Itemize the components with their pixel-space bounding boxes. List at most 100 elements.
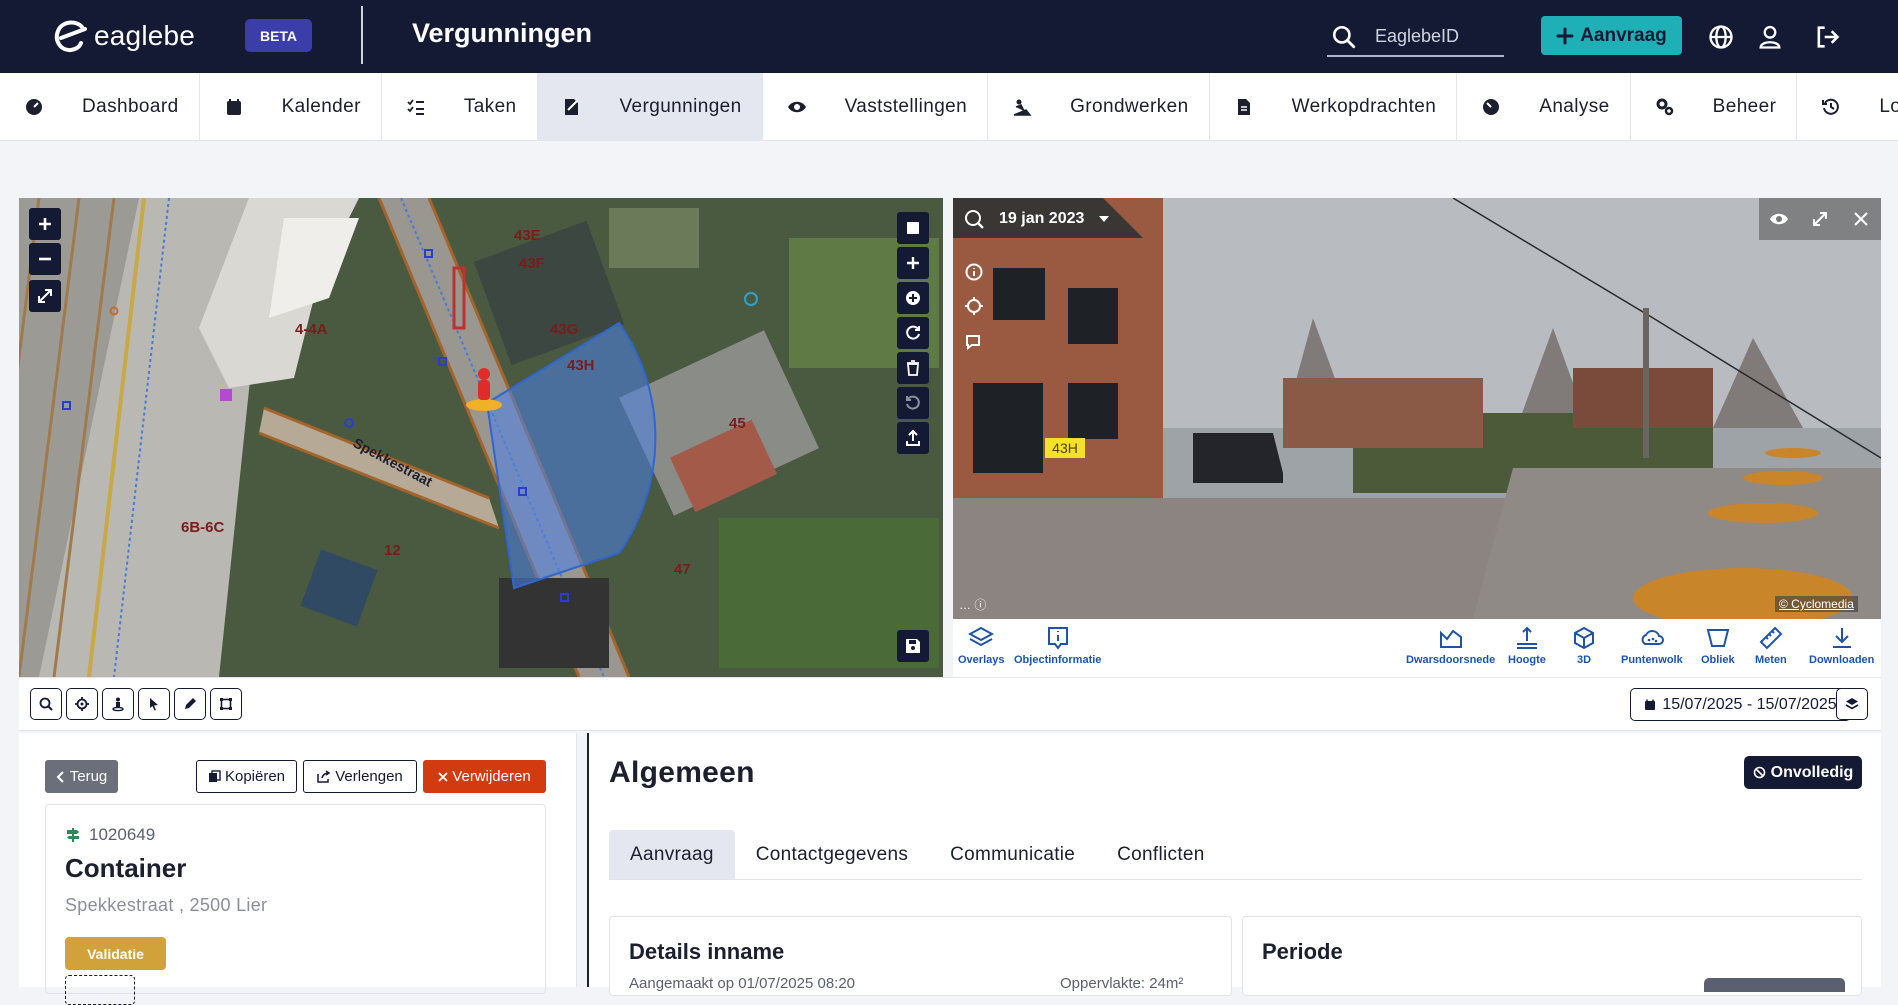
add-point-button[interactable] — [897, 247, 929, 279]
nav-item-taken[interactable]: Taken — [382, 73, 538, 141]
street-view[interactable]: 43H 19 jan 2023 … ⓘ © Cyclomedia — [953, 198, 1881, 619]
delete-shape-button[interactable] — [897, 352, 929, 384]
copy-label: Kopiëren — [224, 768, 286, 785]
search-icon[interactable] — [1331, 24, 1357, 50]
save-map-button[interactable] — [897, 630, 929, 662]
street-view-image[interactable] — [953, 198, 1881, 619]
plus-icon — [39, 218, 51, 230]
zoom-in-button[interactable] — [29, 208, 61, 240]
streetview-person-button[interactable] — [102, 688, 134, 720]
detail-tabs: Aanvraag Contactgegevens Communicatie Co… — [609, 830, 1862, 880]
tab-aanvraag[interactable]: Aanvraag — [609, 830, 735, 879]
tab-communicatie[interactable]: Communicatie — [929, 830, 1096, 879]
close-icon[interactable] — [1851, 209, 1871, 229]
info-icon[interactable] — [964, 262, 984, 282]
download-button[interactable]: Downloaden — [1809, 625, 1874, 666]
fullscreen-button[interactable] — [29, 280, 61, 312]
nav-label: Grondwerken — [1070, 96, 1189, 117]
history-search-icon — [965, 210, 984, 229]
expand-icon[interactable] — [1810, 209, 1830, 229]
globe-icon[interactable] — [1707, 23, 1735, 51]
aerial-map-canvas[interactable]: 43E 43F 43G 43H 4-4A 6B-6C 12 45 47 Spek… — [19, 198, 943, 677]
minus-icon — [39, 257, 51, 261]
copyright-label[interactable]: © Cyclomedia — [1775, 596, 1858, 612]
expand-icon — [38, 289, 52, 303]
draw-square-button[interactable] — [897, 212, 929, 244]
3d-button[interactable]: 3D — [1571, 625, 1597, 666]
nav-item-kalender[interactable]: Kalender — [200, 73, 382, 141]
nav-item-grondwerken[interactable]: Grondwerken — [988, 73, 1210, 141]
object-info-button[interactable]: Objectinformatie — [1014, 625, 1101, 666]
select-pointer-button[interactable] — [138, 688, 170, 720]
map-parcel-label: 45 — [729, 415, 746, 432]
map-search-button[interactable] — [30, 688, 62, 720]
new-request-button[interactable]: Aanvraag — [1541, 16, 1682, 55]
cogs-icon — [1656, 98, 1673, 116]
delete-button[interactable]: Verwijderen — [423, 760, 546, 793]
logout-icon[interactable] — [1813, 23, 1841, 51]
date-selector[interactable]: 19 jan 2023 — [963, 208, 1110, 230]
new-request-label: Aanvraag — [1580, 24, 1667, 46]
locate-button[interactable] — [66, 688, 98, 720]
crosshair-icon[interactable] — [964, 296, 984, 316]
overlays-label: Overlays — [958, 654, 1005, 666]
date-range-label: 15/07/2025 - 15/07/2025 — [1662, 695, 1837, 713]
point-cloud-button[interactable]: Puntenwolk — [1621, 625, 1683, 666]
layers-button[interactable] — [1836, 688, 1868, 720]
copy-button[interactable]: Kopiëren — [196, 760, 297, 793]
header-divider — [361, 6, 363, 64]
search-box — [1327, 18, 1504, 57]
map-parcel-label: 43F — [519, 255, 545, 272]
object-info-label: Objectinformatie — [1014, 654, 1102, 666]
polygon-button[interactable] — [210, 688, 242, 720]
calendar-icon — [226, 99, 241, 115]
draw-button[interactable] — [174, 688, 206, 720]
cross-section-button[interactable]: Dwarsdoorsnede — [1406, 625, 1495, 666]
undo-button[interactable] — [897, 387, 929, 419]
viewer-controls — [1759, 198, 1881, 240]
nav-item-vaststellingen[interactable]: Vaststellingen — [763, 73, 989, 141]
aerial-map[interactable]: 43E 43F 43G 43H 4-4A 6B-6C 12 45 47 Spek… — [19, 198, 943, 677]
oblique-button[interactable]: Obliek — [1701, 625, 1735, 666]
measure-button[interactable]: Meten — [1755, 625, 1787, 666]
user-icon[interactable] — [1756, 23, 1784, 51]
nav-item-logs[interactable]: Logs — [1797, 73, 1898, 141]
app-logo[interactable]: eaglebe — [52, 18, 195, 54]
date-range-filter[interactable]: 15/07/2025 - 15/07/2025 — [1630, 688, 1851, 721]
dossier-number: 1020649 — [65, 825, 155, 845]
nav-item-vergunningen[interactable]: Vergunningen — [537, 73, 763, 141]
info-icon — [1047, 627, 1068, 650]
tasks-icon — [407, 99, 424, 115]
caret-down-icon — [1099, 216, 1110, 222]
tab-contactgegevens[interactable]: Contactgegevens — [735, 830, 929, 879]
beta-badge: BETA — [245, 19, 312, 52]
calendar-icon — [1645, 699, 1656, 710]
download-label: Downloaden — [1809, 654, 1875, 666]
nav-item-werkopdrachten[interactable]: Werkopdrachten — [1210, 73, 1458, 141]
dossier-info-box: 1020649 Container Spekkestraat , 2500 Li… — [45, 804, 546, 1005]
nav-item-beheer[interactable]: Beheer — [1631, 73, 1798, 141]
search-input[interactable] — [1375, 26, 1495, 47]
eye-icon[interactable] — [1769, 209, 1789, 229]
incomplete-status-button[interactable]: Onvolledig — [1744, 756, 1862, 789]
period-action-button[interactable] — [1704, 978, 1845, 992]
rotate-button[interactable] — [897, 317, 929, 349]
nav-item-analyse[interactable]: Analyse — [1457, 73, 1631, 141]
overlays-button[interactable]: Overlays — [958, 625, 1004, 666]
area-value: Oppervlakte: 24m² — [1060, 975, 1184, 992]
section-title: Algemeen — [609, 756, 755, 789]
add-circle-button[interactable] — [897, 282, 929, 314]
comment-icon[interactable] — [964, 332, 984, 352]
attachment-dropzone[interactable] — [65, 975, 135, 1005]
upload-icon — [906, 429, 920, 446]
extend-button[interactable]: Verlengen — [303, 760, 417, 793]
upload-button[interactable] — [897, 422, 929, 454]
height-button[interactable]: Hoogte — [1508, 625, 1546, 666]
attribution-toggle[interactable]: … ⓘ — [959, 596, 986, 613]
back-button[interactable]: Terug — [45, 760, 118, 793]
tab-conflicten[interactable]: Conflicten — [1096, 830, 1226, 879]
zoom-out-button[interactable] — [29, 243, 61, 275]
detail-card: Algemeen Onvolledig Aanvraag Contactgege… — [587, 733, 1881, 996]
document-icon — [1237, 99, 1250, 115]
nav-item-dashboard[interactable]: Dashboard — [0, 73, 200, 141]
